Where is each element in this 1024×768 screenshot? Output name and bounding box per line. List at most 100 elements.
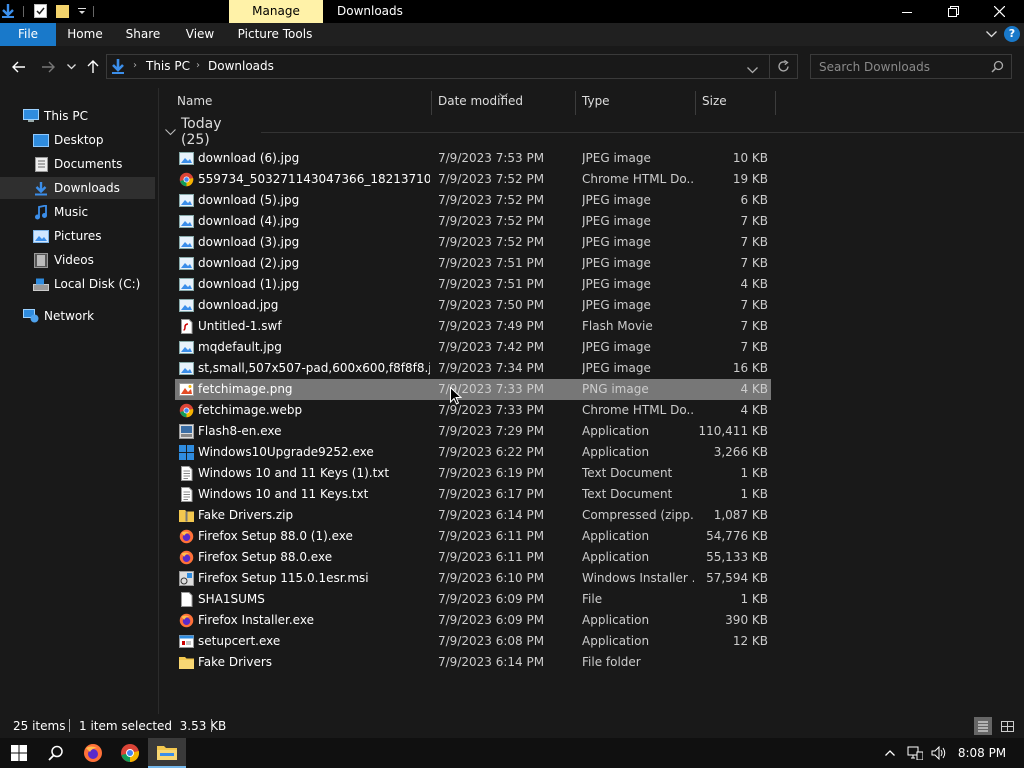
show-hidden-icons-button[interactable] [880, 738, 900, 768]
file-row[interactable]: fetchimage.png 7/9/2023 7:33 PM PNG image 4… [175, 379, 771, 400]
forward-button[interactable] [36, 46, 60, 88]
minimize-button[interactable] [884, 0, 930, 23]
nav-item-network[interactable]: Network [0, 305, 155, 327]
search-input[interactable] [819, 59, 979, 75]
tab-share[interactable]: Share [120, 23, 166, 46]
file-row[interactable]: mqdefault.jpg 7/9/2023 7:42 PM JPEG image 7… [175, 337, 771, 358]
file-type: JPEG image [582, 151, 651, 165]
file-row[interactable]: 559734_503271143047366_1821371013_n.... 7… [175, 169, 771, 190]
file-row[interactable]: download.jpg 7/9/2023 7:50 PM JPEG image 7 … [175, 295, 771, 316]
file-row[interactable]: download (4).jpg 7/9/2023 7:52 PM JPEG ima… [175, 211, 771, 232]
start-button[interactable] [0, 738, 38, 768]
file-row[interactable]: setupcert.exe 7/9/2023 6:08 PM Application… [175, 631, 771, 652]
file-type: Application [582, 424, 650, 438]
breadcrumb-this-pc[interactable]: This PC [146, 59, 190, 73]
nav-item-local-disk[interactable]: Local Disk (C:) [0, 273, 155, 295]
file-row[interactable]: Firefox Installer.exe 7/9/2023 6:09 PM App… [175, 610, 771, 631]
volume-tray-button[interactable] [928, 738, 950, 768]
details-view-button[interactable] [974, 717, 992, 735]
file-name: Firefox Installer.exe [198, 613, 314, 627]
qat-checklist-icon[interactable] [33, 3, 47, 19]
file-row[interactable]: Windows 10 and 11 Keys (1).txt 7/9/2023 6… [175, 463, 771, 484]
file-explorer-taskbar-button[interactable] [148, 738, 186, 768]
network-tray-button[interactable] [904, 738, 926, 768]
search-box[interactable] [810, 54, 1012, 79]
address-history-button[interactable] [747, 63, 758, 77]
recent-locations-button[interactable] [61, 46, 81, 88]
network-icon [23, 309, 39, 323]
file-row[interactable]: Windows 10 and 11 Keys.txt 7/9/2023 6:17 … [175, 484, 771, 505]
file-row[interactable]: st,small,507x507-pad,600x600,f8f8f8.jpg 7… [175, 358, 771, 379]
file-row[interactable]: SHA1SUMS 7/9/2023 6:09 PM File 1 KB [175, 589, 771, 610]
file-row[interactable]: Fake Drivers.zip 7/9/2023 6:14 PM Compress… [175, 505, 771, 526]
column-header-date-modified[interactable]: Date modified [438, 88, 523, 115]
search-icon[interactable] [991, 60, 1004, 76]
column-header-name[interactable]: Name [177, 88, 212, 115]
qat-properties-icon[interactable] [1, 3, 15, 19]
file-date-modified: 7/9/2023 7:51 PM [438, 256, 545, 270]
up-button[interactable] [81, 46, 105, 88]
file-size: 19 KB [732, 172, 768, 186]
arrow-left-icon [12, 61, 25, 73]
firefox-taskbar-button[interactable] [74, 738, 112, 768]
file-row[interactable]: Fake Drivers 7/9/2023 6:14 PM File folder [175, 652, 771, 673]
qat-new-folder-icon[interactable] [56, 3, 70, 19]
file-row[interactable]: download (2).jpg 7/9/2023 7:51 PM JPEG ima… [175, 253, 771, 274]
file-row[interactable]: Flash8-en.exe 7/9/2023 7:29 PM Application… [175, 421, 771, 442]
show-desktop-button[interactable] [1012, 738, 1024, 768]
clock[interactable]: 8:08 PM [954, 738, 1010, 768]
chrome-taskbar-button[interactable] [112, 738, 148, 768]
file-row[interactable]: download (5).jpg 7/9/2023 7:52 PM JPEG ima… [175, 190, 771, 211]
close-button[interactable] [976, 0, 1022, 23]
group-header-today[interactable]: Today (25) [165, 116, 1024, 148]
file-date-modified: 7/9/2023 6:22 PM [438, 445, 545, 459]
nav-item-documents[interactable]: Documents [0, 153, 155, 175]
nav-item-downloads[interactable]: Downloads [0, 177, 155, 199]
network-tray-icon [907, 746, 923, 760]
tab-home[interactable]: Home [62, 23, 108, 46]
nav-item-music[interactable]: Music [0, 201, 155, 223]
firefox-icon [84, 744, 102, 762]
breadcrumb-downloads[interactable]: Downloads [208, 59, 274, 73]
file-row[interactable]: Firefox Setup 88.0.exe 7/9/2023 6:11 PM Ap… [175, 547, 771, 568]
expand-ribbon-button[interactable] [984, 27, 998, 41]
file-row[interactable]: download (1).jpg 7/9/2023 7:51 PM JPEG ima… [175, 274, 771, 295]
file-row[interactable]: download (6).jpg 7/9/2023 7:53 PM JPEG ima… [175, 148, 771, 169]
documents-icon [33, 156, 49, 172]
nav-item-desktop[interactable]: Desktop [0, 129, 155, 151]
blank-file-icon [179, 592, 194, 607]
restore-button[interactable] [930, 0, 976, 23]
tab-picture-tools[interactable]: Picture Tools [234, 23, 316, 46]
column-header-type[interactable]: Type [582, 88, 610, 115]
file-name: setupcert.exe [198, 634, 281, 648]
file-date-modified: 7/9/2023 7:52 PM [438, 172, 545, 186]
file-date-modified: 7/9/2023 7:51 PM [438, 277, 545, 291]
file-row[interactable]: fetchimage.webp 7/9/2023 7:33 PM Chrome HT… [175, 400, 771, 421]
manage-contextual-tab[interactable]: Manage [229, 0, 323, 23]
file-row[interactable]: Firefox Setup 88.0 (1).exe 7/9/2023 6:11 … [175, 526, 771, 547]
search-taskbar-button[interactable] [38, 738, 74, 768]
address-bar[interactable]: › This PC › Downloads [106, 54, 798, 79]
nav-item-pictures[interactable]: Pictures [0, 225, 155, 247]
column-header-size[interactable]: Size [702, 88, 727, 115]
chevron-down-icon [985, 30, 997, 37]
tab-file[interactable]: File [0, 23, 56, 46]
file-row[interactable]: Firefox Setup 115.0.1esr.msi 7/9/2023 6:1… [175, 568, 771, 589]
file-date-modified: 7/9/2023 7:29 PM [438, 424, 545, 438]
file-size: 110,411 KB [698, 424, 768, 438]
file-size: 4 KB [740, 277, 768, 291]
qat-customize-icon[interactable] [75, 3, 89, 19]
nav-item-videos[interactable]: Videos [0, 249, 155, 271]
file-row[interactable]: Untitled-1.swf 7/9/2023 7:49 PM Flash Movi… [175, 316, 771, 337]
image-icon [179, 214, 194, 229]
refresh-button[interactable] [777, 59, 790, 76]
tab-view[interactable]: View [178, 23, 222, 46]
file-type: PNG image [582, 382, 649, 396]
nav-item-this-pc[interactable]: This PC [0, 105, 155, 127]
file-row[interactable]: Windows10Upgrade9252.exe 7/9/2023 6:22 PM… [175, 442, 771, 463]
large-icons-view-button[interactable] [998, 717, 1016, 735]
help-icon[interactable]: ? [1004, 26, 1020, 42]
chrome-icon [121, 744, 140, 763]
back-button[interactable] [7, 46, 31, 88]
file-row[interactable]: download (3).jpg 7/9/2023 7:52 PM JPEG ima… [175, 232, 771, 253]
